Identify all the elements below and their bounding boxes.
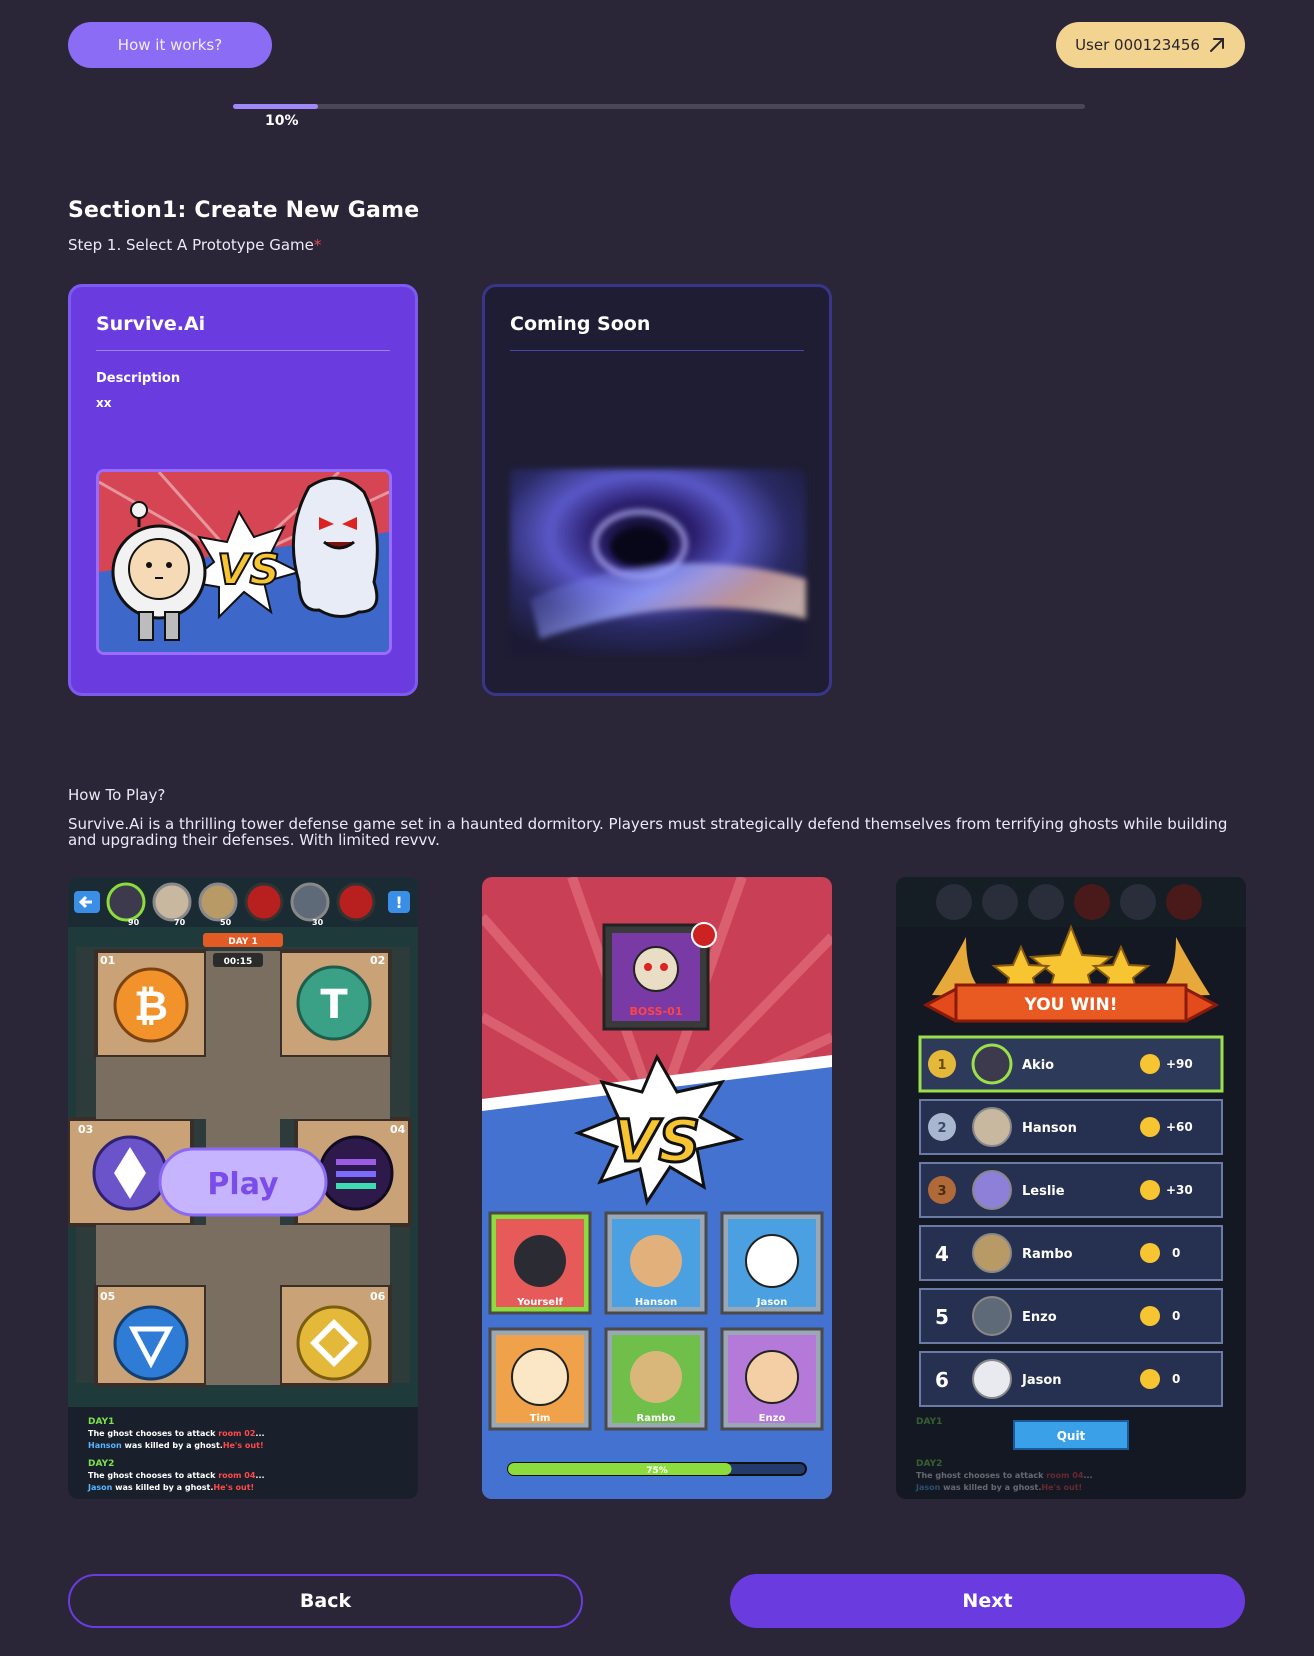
required-mark: * — [313, 236, 322, 254]
leaderboard-rank: 6 — [935, 1368, 949, 1392]
play-label: Play — [207, 1167, 279, 1202]
loading-label: 75% — [646, 1466, 668, 1476]
description-value: xx — [96, 396, 112, 410]
next-button[interactable]: Next — [730, 1574, 1245, 1628]
leaderboard-coins: 0 — [1172, 1372, 1180, 1386]
log-line: The ghost chooses to attack room 02... — [88, 1429, 265, 1438]
room-number: 03 — [78, 1123, 93, 1136]
section-title: Section1: Create New Game — [68, 198, 420, 223]
results-screenshot: YOU WIN! Akio Hanson Leslie Rambo Enzo J… — [896, 877, 1246, 1499]
room-number: 05 — [100, 1290, 115, 1303]
player-name: Yourself — [516, 1297, 563, 1308]
log-line: The ghost chooses to attack room 04... — [916, 1471, 1093, 1480]
step-label: Step 1. Select A Prototype Game* — [68, 236, 322, 254]
leaderboard-coins: +30 — [1166, 1183, 1193, 1197]
coming-soon-image — [510, 469, 806, 655]
log-line: The ghost chooses to attack room 04... — [88, 1471, 265, 1480]
boss-label: BOSS-01 — [630, 1005, 683, 1018]
user-label: User 000123456 — [1075, 36, 1200, 54]
day-banner: DAY 1 — [228, 937, 258, 947]
game-card-survive-ai[interactable]: Survive.Ai Description xx VS — [68, 284, 418, 696]
progress-percent: 10% — [265, 113, 299, 129]
room-number: 01 — [100, 954, 115, 967]
player-name: Tim — [530, 1413, 551, 1424]
quit-label: Quit — [1057, 1429, 1086, 1443]
timer: 00:15 — [224, 957, 253, 967]
room-number: 04 — [390, 1123, 406, 1136]
binance-icon — [296, 1305, 372, 1381]
user-account-button[interactable]: User 000123456 — [1056, 22, 1245, 68]
coin-icon — [1140, 1306, 1160, 1326]
leaderboard-coins: 0 — [1172, 1309, 1180, 1323]
leaderboard-name: Akio — [1022, 1058, 1054, 1073]
log-day: DAY2 — [916, 1459, 942, 1469]
coin-icon — [1140, 1243, 1160, 1263]
leaderboard-coins: +60 — [1166, 1120, 1193, 1134]
log-line: Jason was killed by a ghost.He's out! — [87, 1483, 254, 1492]
score-tag: 90 — [128, 918, 140, 927]
skull-icon — [691, 922, 717, 948]
player-name: Hanson — [635, 1297, 677, 1308]
leaderboard-coins: +90 — [1166, 1057, 1193, 1071]
svg-text:₿: ₿ — [134, 981, 168, 1030]
game-cover-image: VS — [96, 469, 392, 655]
leaderboard-name: Enzo — [1022, 1310, 1057, 1325]
progress-bar — [233, 104, 1085, 109]
leaderboard-rank: 1 — [937, 1058, 946, 1073]
game-card-coming-soon[interactable]: Coming Soon — [482, 284, 832, 696]
score-tag: 70 — [174, 918, 186, 927]
leaderboard-rank: 2 — [937, 1121, 946, 1136]
coin-icon — [1140, 1054, 1160, 1074]
log-day: DAY1 — [88, 1417, 114, 1427]
svg-text:VS: VS — [217, 545, 280, 594]
versus-screenshot: BOSS-01 VS Yourself Hanson Jason Tim Ram… — [482, 877, 832, 1499]
description-label: Description — [96, 371, 181, 386]
room-number: 02 — [370, 954, 385, 967]
leaderboard-name: Hanson — [1022, 1121, 1077, 1136]
leaderboard-coins: 0 — [1172, 1246, 1180, 1260]
score-tag: 50 — [220, 918, 232, 927]
how-to-play-title: How To Play? — [68, 786, 166, 804]
leaderboard-name: Leslie — [1022, 1184, 1065, 1199]
log-line: Jason was killed by a ghost.He's out! — [915, 1483, 1082, 1492]
divider — [96, 350, 390, 351]
coin-icon — [1140, 1180, 1160, 1200]
external-link-arrow-icon — [1209, 38, 1224, 52]
log-day: DAY2 — [88, 1459, 114, 1469]
log-line: Hanson was killed by a ghost.He's out! — [88, 1441, 264, 1450]
leaderboard-rank: 5 — [935, 1305, 949, 1329]
coin-icon — [1140, 1369, 1160, 1389]
progress-fill — [233, 104, 319, 109]
coin-icon — [1140, 1117, 1160, 1137]
log-day: DAY1 — [916, 1417, 942, 1427]
how-to-play-text: Survive.Ai is a thrilling tower defense … — [68, 815, 1228, 849]
loading-fill — [508, 1463, 732, 1475]
room-number: 06 — [370, 1290, 386, 1303]
divider — [510, 350, 804, 351]
vs-label: VS — [614, 1107, 701, 1175]
leaderboard-name: Jason — [1021, 1373, 1062, 1388]
game-card-title: Survive.Ai — [96, 313, 206, 335]
back-button[interactable]: Back — [68, 1574, 583, 1628]
player-name: Jason — [756, 1297, 787, 1308]
svg-text:T: T — [320, 982, 348, 1028]
score-tag: 30 — [312, 918, 324, 927]
leaderboard-name: Rambo — [1022, 1247, 1073, 1262]
svg-text:!: ! — [395, 893, 402, 912]
player-name: Enzo — [759, 1413, 786, 1424]
game-card-title: Coming Soon — [510, 313, 651, 335]
game-board-screenshot: ! 90 70 50 30 DAY 1 00:15 01 02 03 04 05… — [68, 877, 418, 1499]
leaderboard-rank: 3 — [937, 1184, 946, 1199]
win-banner: YOU WIN! — [1024, 995, 1118, 1015]
how-it-works-button[interactable]: How it works? — [68, 22, 272, 68]
leaderboard-rank: 4 — [935, 1242, 949, 1266]
player-name: Rambo — [637, 1413, 676, 1424]
